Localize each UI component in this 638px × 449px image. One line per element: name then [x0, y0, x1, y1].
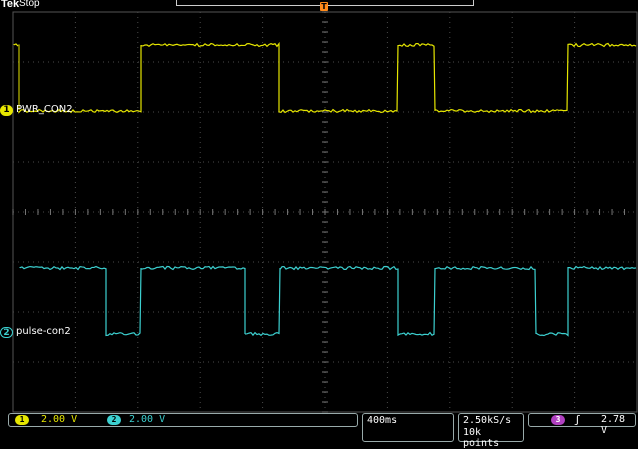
- sample-rate: 2.50kS/s: [463, 415, 511, 426]
- brand-logo: Tek: [1, 0, 19, 10]
- ch2-waveform-label: pulse-con2: [16, 326, 71, 337]
- trigger-box[interactable]: 3 ʃ 2.78 V: [528, 413, 636, 427]
- ch1-waveform-label: PWR_CON2: [16, 104, 73, 115]
- trigger-level: 2.78 V: [601, 414, 635, 436]
- acquisition-status: Stop: [19, 0, 40, 9]
- top-status-bar: Tek Stop T: [0, 0, 638, 12]
- ch1-scale-value: 2.00 V: [41, 414, 77, 425]
- trigger-source-badge: 3: [551, 415, 565, 425]
- ch2-scale-badge: 2: [107, 415, 121, 425]
- ch2-scale-value: 2.00 V: [129, 414, 165, 425]
- ch1-trace: [14, 44, 18, 46]
- record-length: 10k points: [463, 427, 523, 449]
- bottom-readout-bar: 1 2.00 V 2 2.00 V 400ms 2.50kS/s 10k poi…: [0, 413, 638, 442]
- trigger-position-marker[interactable]: T: [320, 2, 328, 11]
- ch2-ground-marker[interactable]: 2: [0, 327, 13, 338]
- acquisition-box[interactable]: 2.50kS/s 10k points: [458, 413, 524, 442]
- trigger-slope-icon: ʃ: [574, 413, 581, 426]
- graticule: [0, 0, 638, 442]
- ch1-ground-marker[interactable]: 1: [0, 105, 13, 116]
- ch2-trace: [20, 267, 636, 336]
- time-per-division: 400ms: [367, 415, 397, 426]
- timebase-box[interactable]: 400ms: [362, 413, 454, 442]
- ch1-scale-badge: 1: [15, 415, 29, 425]
- vertical-scale-box[interactable]: 1 2.00 V 2 2.00 V: [8, 413, 358, 427]
- oscilloscope-display: [0, 0, 638, 442]
